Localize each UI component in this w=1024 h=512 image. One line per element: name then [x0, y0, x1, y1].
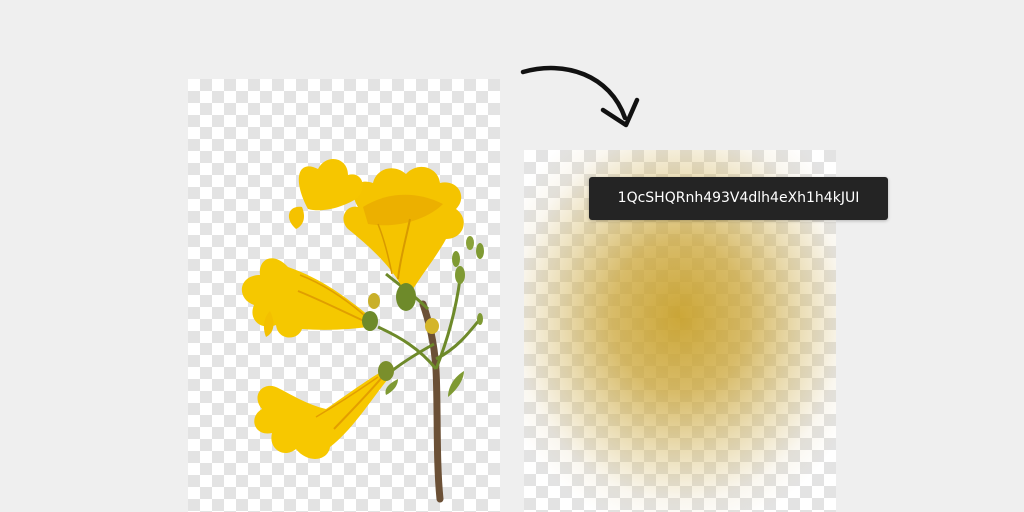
flower-image — [241, 158, 484, 503]
original-image-panel — [188, 79, 500, 512]
curved-arrow-icon — [520, 65, 640, 128]
image-id-tooltip: 1QcSHQRnh493V4dlh4eXh1h4kJUI — [589, 177, 888, 220]
